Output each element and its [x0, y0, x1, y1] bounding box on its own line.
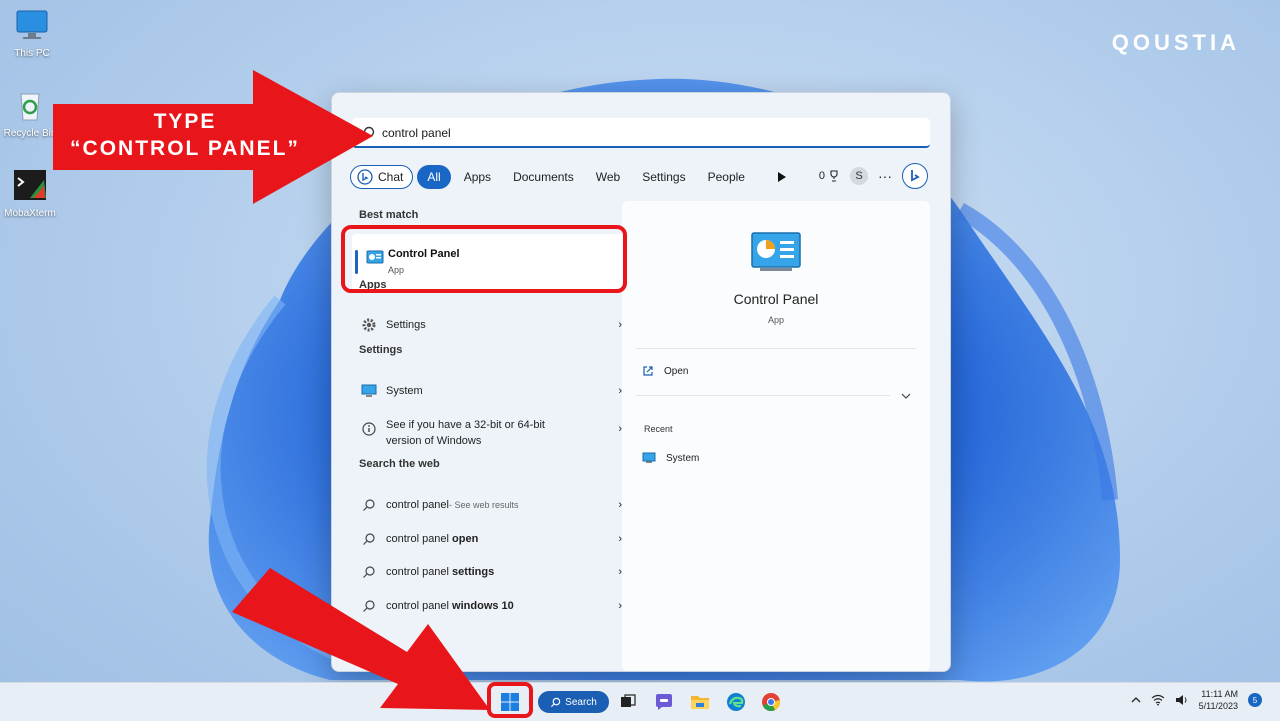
wifi-icon[interactable] [1151, 694, 1165, 706]
teams-chat-button[interactable] [652, 690, 676, 714]
divider [636, 348, 916, 349]
section-best-match: Best match [359, 209, 419, 221]
desktop-icon-label: MobaXterm [4, 208, 56, 219]
search-header-controls: 0 S ··· [819, 163, 928, 189]
chevron-down-icon[interactable] [901, 392, 911, 400]
result-preview-pane: Control Panel App Open Recent System [622, 201, 930, 671]
search-box[interactable] [352, 118, 930, 148]
search-icon [363, 533, 375, 545]
result-system[interactable]: System › [360, 383, 622, 399]
results-list: Best match Control Panel App Apps Settin… [350, 201, 630, 612]
desktop-icon-this-pc[interactable]: This PC [0, 8, 64, 59]
terminal-icon [14, 170, 46, 200]
preview-title: Control Panel [733, 291, 819, 307]
search-icon [363, 499, 375, 511]
search-icon [551, 697, 561, 707]
annotation-arrow-diagonal [232, 568, 490, 710]
edge-icon [727, 693, 745, 711]
task-view-button[interactable] [616, 690, 640, 714]
control-panel-large-icon [751, 232, 801, 271]
more-filters-button[interactable] [772, 171, 792, 183]
desktop-icon-label: This PC [14, 48, 50, 59]
system-tray: 11:11 AM 5/11/2023 5 [1131, 688, 1262, 712]
highlight-best-match [341, 225, 627, 293]
web-result-1[interactable]: control panel - See web results › [360, 497, 622, 513]
rewards-count: 0 [818, 170, 825, 182]
taskbar: Search 11:11 AM 5/11/2023 5 [0, 682, 1280, 721]
system-monitor-icon [642, 452, 656, 463]
chrome-icon [762, 693, 781, 711]
filter-documents[interactable]: Documents [504, 165, 583, 189]
bing-button[interactable] [902, 163, 928, 189]
info-icon [362, 422, 376, 436]
monitor-icon [16, 10, 48, 39]
result-settings-app[interactable]: Settings › [360, 317, 622, 333]
filter-settings[interactable]: Settings [633, 165, 694, 189]
section-settings: Settings [359, 344, 403, 356]
system-monitor-icon [361, 384, 377, 397]
annotation-line1: TYPE [153, 110, 217, 133]
filter-web[interactable]: Web [587, 165, 629, 189]
clock[interactable]: 11:11 AM 5/11/2023 [1199, 688, 1238, 712]
brand-logo: QOUSTIA [1111, 30, 1240, 55]
result-label: Settings [386, 319, 426, 331]
clock-date: 5/11/2023 [1198, 701, 1238, 711]
rewards-points[interactable]: 0 [819, 170, 840, 182]
task-view-icon [621, 694, 636, 707]
volume-icon[interactable] [1175, 694, 1189, 706]
chat-icon [656, 694, 672, 710]
folder-icon [691, 696, 709, 709]
open-label: Open [664, 365, 689, 377]
annotation-text: TYPE “CONTROL PANEL” [60, 108, 310, 162]
highlight-start-button [487, 682, 533, 718]
taskbar-search-button[interactable]: Search [538, 691, 609, 713]
web-result-text: control panel [386, 499, 449, 511]
result-32-64-bit[interactable]: See if you have a 32-bit or 64-bit versi… [360, 417, 622, 449]
result-label: System [386, 385, 423, 397]
filter-people[interactable]: People [699, 165, 754, 189]
result-label-line1: See if you have a 32-bit or 64-bit [386, 419, 545, 431]
filter-apps[interactable]: Apps [455, 165, 500, 189]
recent-item-system[interactable]: System [642, 452, 699, 464]
edge-button[interactable] [724, 690, 748, 714]
trophy-icon [830, 170, 838, 182]
taskbar-search-label: Search [565, 696, 597, 708]
section-search-web: Search the web [359, 458, 440, 470]
web-result-text: control panel [386, 533, 453, 545]
filter-label: Chat [378, 170, 404, 184]
gear-icon [362, 318, 376, 332]
preview-subtitle: App [767, 315, 784, 325]
annotation-line2: “CONTROL PANEL” [70, 137, 300, 160]
chrome-button[interactable] [759, 690, 783, 714]
notification-badge[interactable]: 5 [1248, 693, 1262, 707]
file-explorer-button[interactable] [688, 690, 712, 714]
play-icon [777, 172, 786, 182]
search-input[interactable] [380, 122, 914, 144]
filter-all[interactable]: All [417, 165, 451, 189]
open-action[interactable]: Open [642, 365, 688, 377]
open-external-icon [643, 366, 653, 376]
web-result-2[interactable]: control panel open › [360, 531, 622, 547]
web-result-hint: - See web results [449, 500, 519, 510]
recent-label: System [666, 452, 700, 464]
recent-heading: Recent [644, 424, 673, 434]
result-label-line2: version of Windows [386, 435, 482, 447]
bing-icon [911, 170, 920, 182]
recycle-bin-icon [20, 93, 40, 121]
search-filters: Chat All Apps Documents Web Settings Peo… [350, 164, 792, 190]
chevron-up-icon[interactable] [1131, 696, 1141, 704]
avatar[interactable]: S [850, 167, 868, 185]
clock-time: 11:11 AM [1201, 689, 1238, 699]
divider [636, 395, 890, 396]
more-options-button[interactable]: ··· [878, 168, 892, 184]
web-result-bold: open [452, 533, 479, 545]
